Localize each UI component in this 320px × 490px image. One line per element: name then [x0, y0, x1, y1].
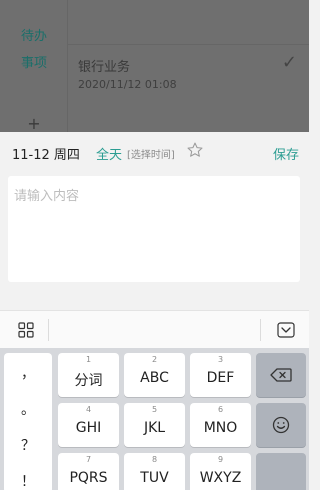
task-title: 银行业务 [78, 60, 131, 75]
emoji-key[interactable] [256, 403, 306, 447]
key-number: 9 [217, 455, 224, 464]
check-icon: ✓ [281, 52, 297, 73]
sidebar-label-line2: 事项 [20, 56, 47, 71]
background-sidebar: 待办 事项 + [0, 0, 68, 132]
key-4[interactable]: 4 GHI [58, 403, 119, 447]
editor-header: 11-12 周四 全天 [选择时间] 保存 [0, 132, 309, 172]
punct-comma[interactable]: ， [4, 363, 52, 383]
key-5[interactable]: 5 JKL [124, 403, 185, 447]
punct-question[interactable]: ？ [4, 435, 52, 455]
key-number: 3 [217, 355, 224, 364]
key-7[interactable]: 7 PQRS [58, 453, 119, 490]
key-number: 1 [85, 355, 92, 364]
date-label[interactable]: 11-12 周四 [12, 144, 80, 163]
key-6[interactable]: 6 MNO [190, 403, 251, 447]
key-8[interactable]: 8 TUV [124, 453, 185, 490]
toolbar-divider [260, 319, 261, 341]
toolbar-divider [48, 319, 49, 341]
key-3[interactable]: 3 DEF [190, 353, 251, 397]
content-input[interactable]: 请输入内容 [8, 176, 300, 282]
add-icon: + [27, 114, 41, 132]
punctuation-column[interactable]: ， 。 ？ ！ [4, 353, 52, 490]
star-icon[interactable] [186, 141, 204, 159]
background-task-item: 银行业务 2020/11/12 01:08 ✓ [68, 44, 309, 100]
emoji-icon [272, 416, 290, 434]
key-label: 分词 [74, 373, 103, 389]
sidebar-label-line1: 待办 [20, 29, 47, 44]
key-label: ABC [140, 370, 169, 386]
key-9[interactable]: 9 WXYZ [190, 453, 251, 490]
content-placeholder: 请输入内容 [14, 189, 80, 204]
todo-editor-sheet: 11-12 周四 全天 [选择时间] 保存 请输入内容 [0, 132, 309, 310]
key-label: WXYZ [199, 470, 242, 486]
key-number: 2 [151, 355, 158, 364]
key-number: 8 [151, 455, 158, 464]
key-number: 6 [217, 405, 224, 414]
key-number: 4 [85, 405, 92, 414]
key-2[interactable]: 2 ABC [124, 353, 185, 397]
key-1[interactable]: 1 分词 [58, 353, 119, 397]
keyboard-toolbar [0, 310, 309, 348]
all-day-button[interactable]: 全天 [96, 144, 122, 163]
key-number: 5 [151, 405, 158, 414]
key-label: TUV [140, 470, 169, 486]
grid-icon[interactable] [18, 322, 34, 338]
delete-key[interactable] [256, 353, 306, 397]
hide-keyboard-icon[interactable] [277, 322, 295, 338]
background-app: 待办 事项 + 银行业务 2020/11/12 01:08 ✓ [0, 0, 309, 132]
key-label: MNO [203, 420, 238, 436]
punct-exclaim[interactable]: ！ [4, 471, 52, 490]
key-label: DEF [206, 370, 235, 386]
key-label: PQRS [69, 470, 108, 486]
t9-keyboard: ， 。 ？ ！ 1 分词 2 ABC 3 DEF 4 GHI 5 JKL 6 M… [0, 348, 309, 490]
key-label: GHI [75, 420, 102, 436]
backspace-icon [270, 368, 292, 382]
key-number: 7 [85, 455, 92, 464]
task-time: 2020/11/12 01:08 [78, 78, 177, 91]
punct-period[interactable]: 。 [4, 399, 52, 419]
select-time-button[interactable]: [选择时间] [127, 146, 175, 161]
key-label: JKL [143, 420, 166, 436]
function-key[interactable] [256, 453, 306, 490]
save-button[interactable]: 保存 [273, 144, 299, 163]
